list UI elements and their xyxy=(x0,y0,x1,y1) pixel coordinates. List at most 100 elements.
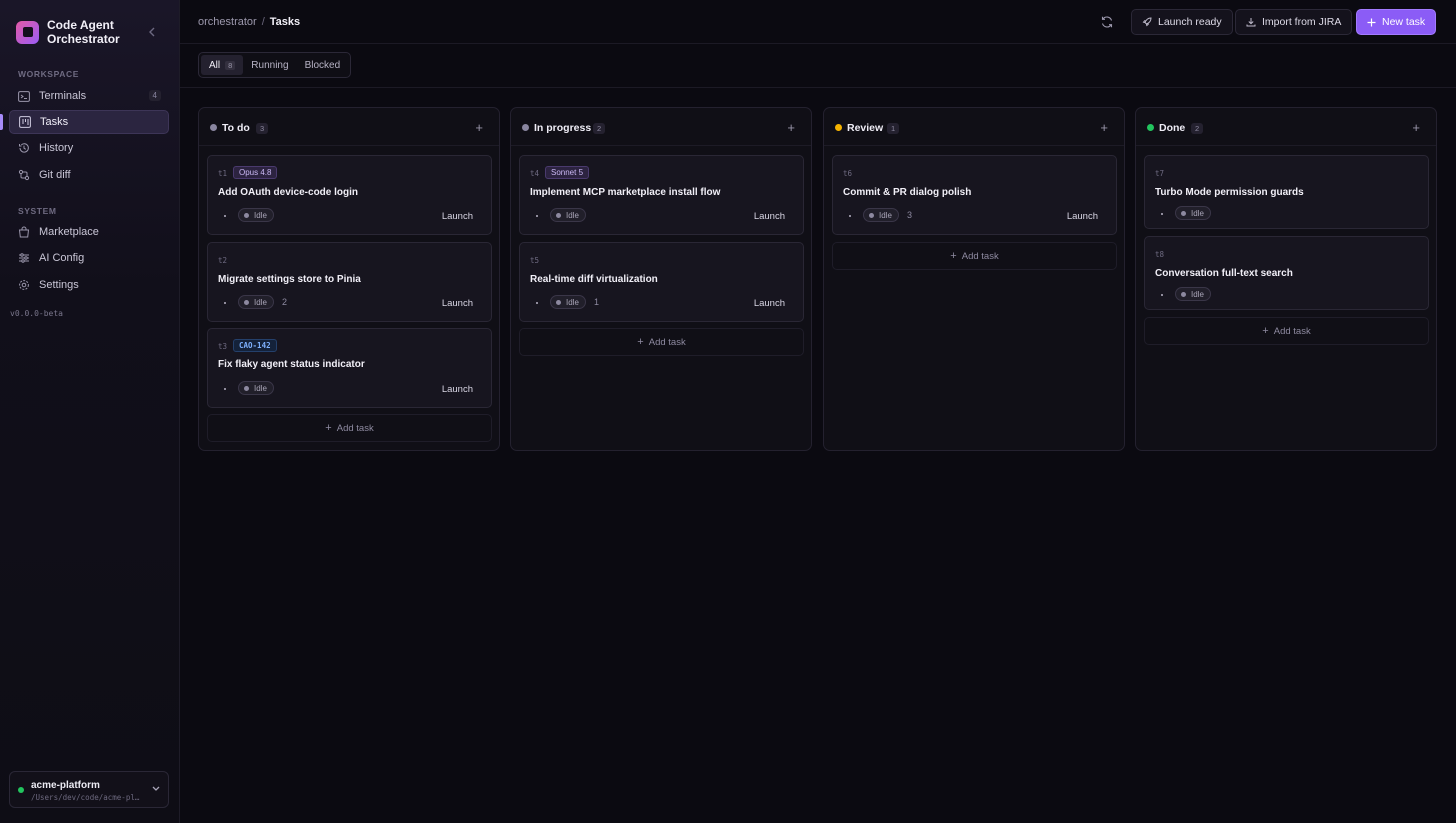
sidebar-item-label: History xyxy=(39,142,74,154)
launch-button[interactable]: Launch xyxy=(442,384,473,395)
status-label: Idle xyxy=(879,210,892,220)
add-task-button[interactable]: + Add task xyxy=(519,328,804,356)
status-badge: Idle xyxy=(863,208,899,222)
breadcrumb-current: Tasks xyxy=(269,16,301,28)
launch-ready-label: Launch ready xyxy=(1158,16,1222,28)
subtask-count: 1 xyxy=(594,297,600,307)
git-diff-icon xyxy=(18,169,30,181)
filter-label: Running xyxy=(251,59,289,71)
task-title: Add OAuth device-code login xyxy=(218,187,359,198)
task-id: t2 xyxy=(218,256,228,265)
filter-segmented-control: All 8 Running Blocked xyxy=(198,52,352,78)
sidebar-item-terminals[interactable]: Terminals 4 xyxy=(9,84,169,108)
add-task-label: Add task xyxy=(1273,325,1311,337)
filter-count-badge: 8 xyxy=(225,60,236,70)
task-card[interactable]: t2 Migrate settings store to Pinia Idle … xyxy=(207,242,492,322)
sidebar-item-history[interactable]: History xyxy=(9,136,169,160)
column-count-badge: 2 xyxy=(593,123,606,134)
sidebar-item-tasks[interactable]: Tasks xyxy=(9,110,169,134)
column-review: Review 1 + t6 Commit & PR dialog polish … xyxy=(823,107,1125,451)
add-card-icon[interactable]: + xyxy=(475,120,483,135)
chevron-down-icon xyxy=(152,784,160,795)
launch-button[interactable]: Launch xyxy=(1067,211,1098,222)
plus-icon: + xyxy=(1262,325,1269,337)
column-title: Review xyxy=(847,122,884,134)
project-name: acme-platform xyxy=(31,780,100,791)
new-task-button[interactable]: New task xyxy=(1356,9,1437,35)
breadcrumb: orchestrator / Tasks xyxy=(198,16,300,28)
launch-button[interactable]: Launch xyxy=(442,211,473,222)
task-card[interactable]: t3 CAO-142 Fix flaky agent status indica… xyxy=(207,328,492,408)
launch-button[interactable]: Launch xyxy=(754,298,785,309)
add-card-icon[interactable]: + xyxy=(1100,120,1108,135)
task-title: Turbo Mode permission guards xyxy=(1155,187,1304,198)
bullet-icon xyxy=(1161,294,1163,296)
task-card[interactable]: t7 Turbo Mode permission guards Idle xyxy=(1144,155,1429,229)
plus-icon: + xyxy=(950,250,957,262)
task-title: Implement MCP marketplace install flow xyxy=(530,187,721,198)
status-label: Idle xyxy=(254,383,267,393)
breadcrumb-root[interactable]: orchestrator xyxy=(198,16,257,28)
column-count-badge: 3 xyxy=(256,123,269,134)
sidebar-item-label: AI Config xyxy=(39,252,85,264)
column-status-dot xyxy=(210,124,217,131)
project-path: /Users/dev/code/acme-pl… xyxy=(31,793,140,802)
subtask-count: 3 xyxy=(907,210,913,220)
sidebar-item-label: Git diff xyxy=(39,169,71,181)
sidebar-item-marketplace[interactable]: Marketplace xyxy=(9,220,169,244)
column-title: In progress xyxy=(534,122,592,134)
jira-tag: CAO-142 xyxy=(233,339,277,352)
column-status-dot xyxy=(1147,124,1154,131)
sidebar-item-git-diff[interactable]: Git diff xyxy=(9,163,169,187)
column-header: To do 3 + xyxy=(199,108,499,146)
task-card[interactable]: t4 Sonnet 5 Implement MCP marketplace in… xyxy=(519,155,804,235)
sidebar-item-settings[interactable]: Settings xyxy=(9,273,169,297)
sidebar-item-ai-config[interactable]: AI Config xyxy=(9,246,169,270)
download-icon xyxy=(1246,17,1256,27)
status-badge: Idle xyxy=(238,381,274,395)
subtask-count: 2 xyxy=(282,297,288,307)
column-title: Done xyxy=(1159,122,1186,134)
task-id: t6 xyxy=(843,169,853,178)
add-card-icon[interactable]: + xyxy=(787,120,795,135)
gear-icon xyxy=(18,279,30,291)
bullet-icon xyxy=(536,215,538,217)
filter-label: Blocked xyxy=(304,59,341,71)
task-card[interactable]: t5 Real-time diff virtualization Idle 1 … xyxy=(519,242,804,322)
bullet-icon xyxy=(224,215,226,217)
plus-icon xyxy=(1367,18,1376,27)
filter-running[interactable]: Running xyxy=(243,55,296,75)
status-label: Idle xyxy=(1191,289,1204,299)
add-task-button[interactable]: + Add task xyxy=(207,414,492,442)
bullet-icon xyxy=(849,215,851,217)
task-card[interactable]: t8 Conversation full-text search Idle xyxy=(1144,236,1429,310)
add-task-button[interactable]: + Add task xyxy=(832,242,1117,270)
filter-all[interactable]: All 8 xyxy=(201,55,244,75)
add-card-icon[interactable]: + xyxy=(1412,120,1420,135)
column-header: Done 2 + xyxy=(1136,108,1436,146)
task-card[interactable]: t6 Commit & PR dialog polish Idle 3 Laun… xyxy=(832,155,1117,235)
task-id: t4 xyxy=(530,169,540,178)
app-logo-icon xyxy=(16,20,39,44)
launch-button[interactable]: Launch xyxy=(754,211,785,222)
status-badge: Idle xyxy=(1175,206,1211,220)
bullet-icon xyxy=(536,302,538,304)
terminal-icon xyxy=(18,90,30,102)
bullet-icon xyxy=(224,388,226,390)
collapse-sidebar-icon[interactable] xyxy=(146,25,158,39)
active-indicator xyxy=(0,114,3,130)
filter-blocked[interactable]: Blocked xyxy=(297,55,349,75)
launch-button[interactable]: Launch xyxy=(442,298,473,309)
launch-ready-button[interactable]: Launch ready xyxy=(1131,9,1233,35)
filter-bar: All 8 Running Blocked xyxy=(180,44,1456,88)
refresh-icon[interactable] xyxy=(1100,15,1114,29)
project-switcher[interactable]: acme-platform /Users/dev/code/acme-pl… xyxy=(9,771,169,808)
status-badge: Idle xyxy=(550,295,586,309)
plus-icon: + xyxy=(637,336,644,348)
status-badge: Idle xyxy=(550,208,586,222)
import-jira-button[interactable]: Import from JIRA xyxy=(1235,9,1353,35)
column-status-dot xyxy=(835,124,842,131)
add-task-button[interactable]: + Add task xyxy=(1144,317,1429,345)
plus-icon: + xyxy=(325,422,332,434)
task-card[interactable]: t1 Opus 4.8 Add OAuth device-code login … xyxy=(207,155,492,235)
